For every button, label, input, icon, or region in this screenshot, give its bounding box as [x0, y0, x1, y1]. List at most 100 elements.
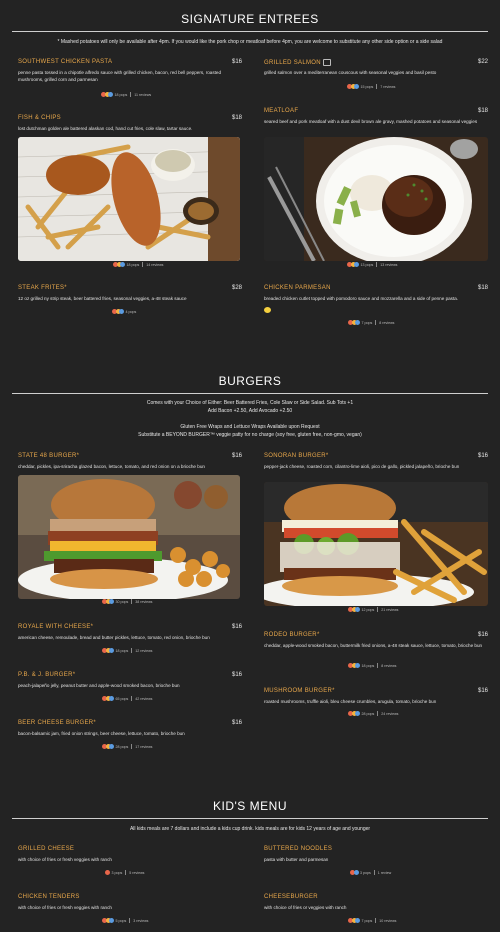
signature-note: * Mashed potatoes will only be available…: [57, 39, 443, 45]
item-stats: 7 pops 10 reviews: [348, 918, 396, 923]
item-name: SONORAN BURGER*: [264, 453, 329, 459]
reaction-icon: [102, 744, 114, 749]
item-description: cheddar, apple-wood smoked bacon, butter…: [264, 643, 483, 648]
reaction-icon: [101, 92, 113, 97]
signature-title: SIGNATURE ENTREES: [181, 12, 319, 26]
item-description: seared beef and pork meatloaf with a dus…: [264, 119, 478, 124]
reaction-icon: [348, 607, 360, 612]
item-description: pasta with butter and parmesan: [264, 857, 329, 862]
menu-item-chicken-parmesan[interactable]: CHICKEN PARMESAN $18 breaded chicken cut…: [264, 285, 488, 330]
item-price: $16: [477, 453, 488, 459]
item-price: $16: [231, 59, 242, 65]
item-name: STATE 48 BURGER*: [18, 453, 80, 459]
menu-item-sonoran-burger[interactable]: SONORAN BURGER* $16 pepper-jack cheese, …: [264, 453, 488, 616]
item-stats: 3 pops 1 review: [350, 870, 391, 875]
reaction-icon: [348, 320, 360, 325]
reaction-icon: [113, 262, 125, 267]
item-name: BUTTERED NOODLES: [264, 846, 333, 852]
item-stats: 4 pops: [112, 309, 136, 314]
reaction-icon: [348, 918, 360, 923]
item-stats: 18 pops 8 reviews: [348, 663, 396, 668]
reaction-icon: [102, 648, 114, 653]
item-price: $28: [231, 285, 242, 291]
item-description: peach-jalapeño jelly, peanut butter and …: [18, 683, 180, 688]
item-stats: 65 pops 42 reviews: [102, 696, 152, 701]
menu-item-meatloaf[interactable]: MEATLOAF $18 seared beef and pork meatlo…: [264, 108, 488, 271]
item-name: MEATLOAF: [264, 108, 299, 114]
item-stats: 12 pops 21 reviews: [348, 607, 398, 612]
item-description: 12 oz grilled ny strip steak, beer batte…: [18, 296, 187, 301]
menu-item-grilled-salmon[interactable]: GRILLED SALMON $22 grilled salmon over a…: [264, 59, 488, 104]
reaction-icon: [105, 870, 110, 875]
menu-item-cheeseburger[interactable]: CHEESEBURGER with choice of fries or veg…: [264, 894, 488, 926]
menu-item-rodeo-burger[interactable]: RODEO BURGER* $16 cheddar, apple-wood sm…: [264, 632, 488, 672]
item-description: cheddar, pickles, ipa-sriracha glazed ba…: [18, 464, 205, 469]
item-price: $22: [477, 59, 488, 65]
item-name: CHICKEN PARMESAN: [264, 285, 331, 291]
meatloaf-photo: [264, 137, 488, 261]
item-price: $16: [477, 688, 488, 694]
item-name: BEER CHEESE BURGER*: [18, 720, 97, 726]
item-description: penne pasta tossed in a chipotle alfredo…: [18, 70, 222, 82]
item-name: CHEESEBURGER: [264, 894, 318, 900]
burgers-note-wraps: Gluten Free Wraps and Lettuce Wraps Avai…: [180, 424, 320, 430]
photo-icon: [322, 59, 331, 66]
popular-badge-icon: [264, 307, 271, 313]
item-stats: 30 pops 38 reviews: [102, 599, 152, 604]
burgers-note-addons: Add Bacon +2.50, Add Avocado +2.50: [207, 408, 293, 414]
divider: [12, 818, 488, 819]
menu-item-southwest-chicken-pasta[interactable]: SOUTHWEST CHICKEN PASTA $16 penne pasta …: [18, 59, 242, 104]
item-stats: 28 pops 17 reviews: [102, 744, 152, 749]
reaction-icon: [348, 663, 360, 668]
item-stats: 18 pops 14 reviews: [113, 262, 163, 267]
menu-item-buttered-noodles[interactable]: BUTTERED NOODLES pasta with butter and p…: [264, 846, 488, 878]
reaction-icon: [348, 711, 360, 716]
kids-title: KID'S MENU: [213, 799, 287, 813]
item-price: $16: [231, 672, 242, 678]
fish-and-chips-photo: [18, 137, 240, 261]
menu-item-steak-frites[interactable]: STEAK FRITES* $28 12 oz grilled ny strip…: [18, 285, 242, 320]
item-name: MUSHROOM BURGER*: [264, 688, 335, 694]
menu-item-state-48-burger[interactable]: STATE 48 BURGER* $16 cheddar, pickles, i…: [18, 453, 242, 608]
item-description: with choice of fries or veggies with ran…: [264, 905, 347, 910]
item-stats: 13 pops 13 reviews: [347, 262, 397, 267]
menu-item-chicken-tenders[interactable]: CHICKEN TENDERS with choice of fries or …: [18, 894, 242, 926]
state-48-burger-photo: [18, 475, 240, 599]
sonoran-burger-photo: [264, 482, 488, 606]
item-name: CHICKEN TENDERS: [18, 894, 80, 900]
item-description: bacon-balsamic jam, fried onion strings,…: [18, 731, 185, 736]
menu-item-royale-with-cheese[interactable]: ROYALE WITH CHEESE* $16 american cheese,…: [18, 624, 242, 656]
item-price: $16: [231, 624, 242, 630]
menu-item-fish-and-chips[interactable]: FISH & CHIPS $18 lost dutchman golden al…: [18, 115, 242, 271]
reaction-icon: [102, 599, 114, 604]
item-price: $16: [231, 453, 242, 459]
item-price: $16: [477, 632, 488, 638]
item-description: roasted mushrooms, truffle aioli, bleu c…: [264, 699, 437, 704]
reaction-icon: [347, 262, 359, 267]
item-price: $18: [477, 108, 488, 114]
burgers-note-beyond: Substitute a BEYOND BURGER™ veggie patty…: [138, 432, 362, 438]
reaction-icon: [102, 918, 114, 923]
item-description: with choice of fries or fresh veggies wi…: [18, 857, 112, 862]
menu-item-beer-cheese-burger[interactable]: BEER CHEESE BURGER* $16 bacon-balsamic j…: [18, 720, 242, 752]
reaction-icon: [102, 696, 114, 701]
item-description: lost dutchman golden ale battered alaska…: [18, 126, 193, 131]
item-price: $16: [231, 720, 242, 726]
item-stats: 3 pops 5 reviews: [105, 870, 144, 875]
menu-item-pbj-burger[interactable]: P.B. & J. BURGER* $16 peach-jalapeño jel…: [18, 672, 242, 704]
item-name: GRILLED CHEESE: [18, 846, 75, 852]
item-name: GRILLED SALMON: [264, 59, 331, 66]
divider: [12, 393, 488, 394]
reaction-icon: [350, 870, 359, 875]
menu-item-grilled-cheese[interactable]: GRILLED CHEESE with choice of fries or f…: [18, 846, 242, 878]
burgers-title: BURGERS: [218, 374, 282, 388]
burgers-note-sides: Comes with your Choice of Either: Beer B…: [146, 400, 354, 406]
item-name: STEAK FRITES*: [18, 285, 67, 291]
item-stats: 15 pops 7 reviews: [347, 84, 395, 89]
item-stats: 5 pops 3 reviews: [102, 918, 148, 923]
item-name: P.B. & J. BURGER*: [18, 672, 76, 678]
item-price: $18: [477, 285, 488, 291]
menu-item-mushroom-burger[interactable]: MUSHROOM BURGER* $16 roasted mushrooms, …: [264, 688, 488, 720]
reaction-icon: [347, 84, 359, 89]
item-price: $18: [231, 115, 242, 121]
